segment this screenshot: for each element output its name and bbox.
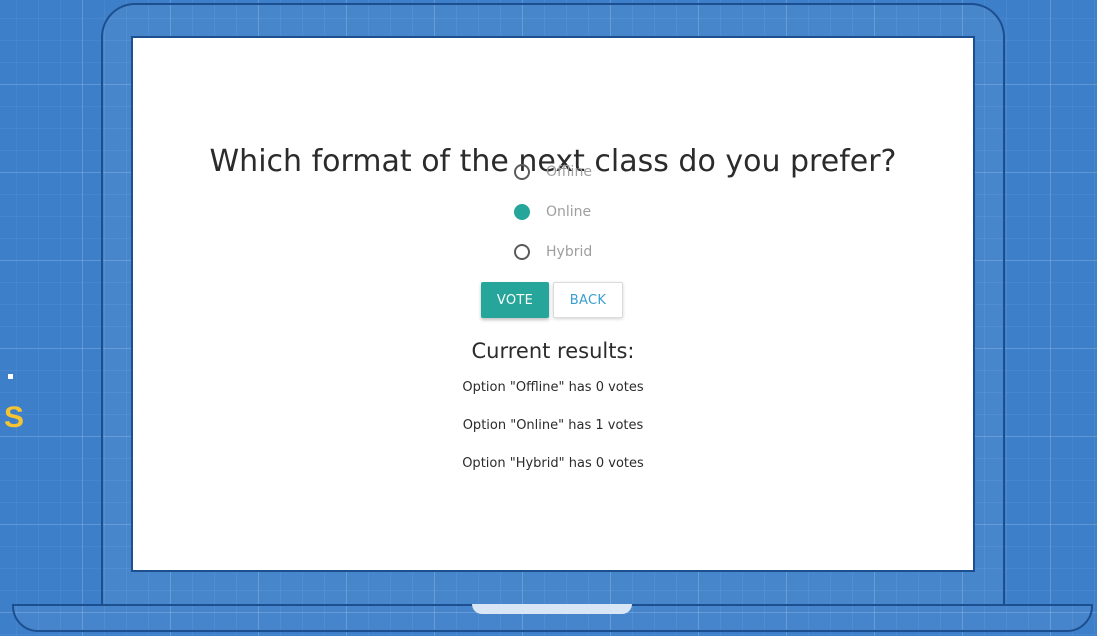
option-online[interactable]: Online: [514, 201, 591, 223]
option-offline[interactable]: Offline: [514, 161, 592, 183]
result-line-online: Option "Online" has 1 votes: [462, 418, 644, 433]
back-button[interactable]: BACK: [553, 282, 623, 318]
radio-online[interactable]: [514, 204, 530, 220]
result-line-offline: Option "Offline" has 0 votes: [462, 380, 644, 395]
slide-bullet-dot: [8, 374, 13, 379]
option-hybrid-label: Hybrid: [546, 244, 593, 260]
option-online-label: Online: [546, 204, 592, 220]
results-title: Current results:: [471, 339, 635, 363]
result-line-hybrid: Option "Hybrid" has 0 votes: [462, 456, 644, 471]
laptop-notch: [472, 604, 632, 614]
radio-hybrid[interactable]: [514, 244, 530, 260]
slide-side-text: S: [4, 401, 25, 434]
vote-button[interactable]: VOTE: [481, 282, 549, 318]
radio-offline[interactable]: [514, 164, 530, 180]
option-hybrid[interactable]: Hybrid: [514, 241, 592, 263]
poll-screen: Which format of the next class do you pr…: [133, 38, 973, 570]
option-offline-label: Offline: [546, 164, 592, 180]
